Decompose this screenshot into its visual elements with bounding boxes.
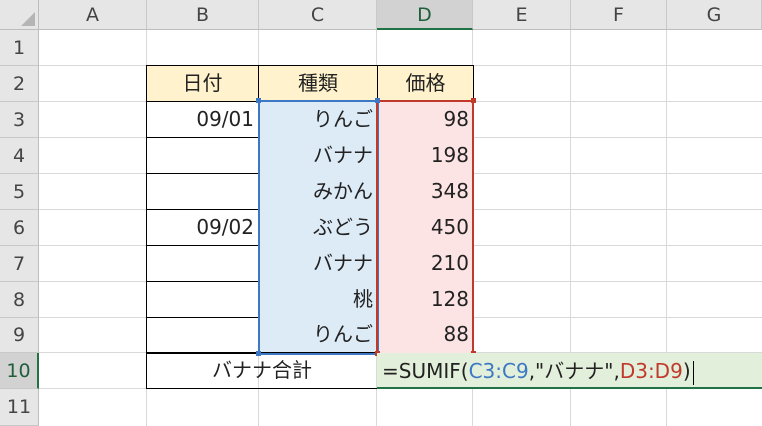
- column-header-g[interactable]: G: [667, 0, 762, 30]
- price-cell[interactable]: 450: [377, 210, 473, 246]
- row-header-9[interactable]: 9: [0, 318, 39, 353]
- price-cell[interactable]: 128: [377, 282, 473, 318]
- row-header-11[interactable]: 11: [0, 389, 39, 426]
- price-cell[interactable]: 210: [377, 246, 473, 282]
- date-cell[interactable]: [146, 281, 259, 318]
- column-header-e[interactable]: E: [473, 0, 571, 30]
- formula-criteria: ,"バナナ",: [528, 359, 620, 383]
- range-handle[interactable]: [256, 98, 261, 103]
- kind-cell[interactable]: バナナ: [259, 246, 377, 282]
- column-header-c[interactable]: C: [259, 0, 377, 30]
- date-cell[interactable]: [146, 173, 259, 210]
- kind-cell[interactable]: りんご: [259, 102, 377, 138]
- row-header-4[interactable]: 4: [0, 138, 39, 174]
- row-header-5[interactable]: 5: [0, 174, 39, 210]
- formula-text[interactable]: =SUMIF(C3:C9,"バナナ",D3:D9): [382, 353, 694, 389]
- date-cell[interactable]: 09/02: [146, 209, 259, 246]
- formula-suffix: ): [682, 359, 691, 383]
- header-cell-price[interactable]: 価格: [377, 65, 474, 102]
- row-header-7[interactable]: 7: [0, 246, 39, 282]
- text-cursor: [692, 360, 694, 385]
- formula-prefix: =SUMIF(: [382, 359, 469, 383]
- column-header-a[interactable]: A: [39, 0, 147, 30]
- header-cell-kind[interactable]: 種類: [258, 65, 378, 102]
- price-cell[interactable]: 198: [377, 138, 473, 174]
- row-header-2[interactable]: 2: [0, 66, 39, 102]
- select-all-triangle-icon: [21, 12, 35, 26]
- formula-sum-ref: D3:D9: [619, 359, 683, 383]
- row-header-3[interactable]: 3: [0, 102, 39, 138]
- price-cell[interactable]: 98: [377, 102, 473, 138]
- row-header-10[interactable]: 10: [0, 353, 39, 389]
- kind-cell[interactable]: ぶどう: [259, 210, 377, 246]
- date-cell[interactable]: [146, 137, 259, 174]
- range-handle[interactable]: [471, 98, 476, 103]
- row-header-1[interactable]: 1: [0, 30, 39, 66]
- kind-cell[interactable]: りんご: [259, 318, 377, 353]
- date-cell[interactable]: 09/01: [146, 101, 259, 138]
- price-cell[interactable]: 88: [377, 318, 473, 353]
- column-header-f[interactable]: F: [571, 0, 667, 30]
- header-cell-date[interactable]: 日付: [146, 65, 259, 102]
- total-label-cell[interactable]: バナナ合計: [146, 352, 378, 389]
- range-handle[interactable]: [375, 98, 380, 103]
- column-header-b[interactable]: B: [147, 0, 259, 30]
- kind-cell[interactable]: 桃: [259, 282, 377, 318]
- select-all-corner[interactable]: [0, 0, 39, 30]
- price-cell[interactable]: 348: [377, 174, 473, 210]
- column-header-d[interactable]: D: [377, 0, 473, 30]
- row-header-8[interactable]: 8: [0, 282, 39, 318]
- range-handle[interactable]: [256, 351, 261, 356]
- date-cell[interactable]: [146, 317, 259, 354]
- spreadsheet: A B C D E F G 1 2 3 4 5 6 7 8 9 10 11 日付…: [0, 0, 762, 426]
- formula-range-ref: C3:C9: [468, 359, 529, 383]
- row-header-6[interactable]: 6: [0, 210, 39, 246]
- kind-cell[interactable]: バナナ: [259, 138, 377, 174]
- kind-cell[interactable]: みかん: [259, 174, 377, 210]
- date-cell[interactable]: [146, 245, 259, 282]
